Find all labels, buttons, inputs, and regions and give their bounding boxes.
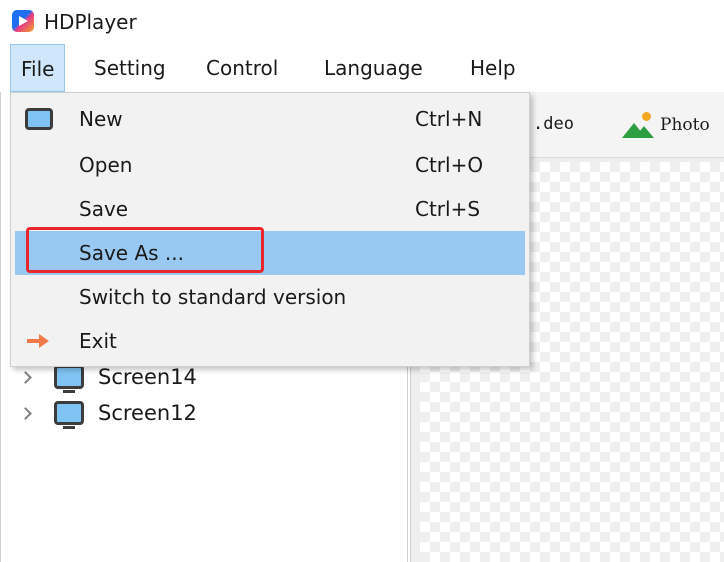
photo-tool-button[interactable]: Photo (622, 110, 710, 140)
photo-tool-label: Photo (660, 115, 710, 135)
menu-item-switch-standard[interactable]: Switch to standard version (15, 275, 525, 319)
menu-item-save[interactable]: Save Ctrl+S (15, 187, 525, 231)
monitor-icon (25, 108, 53, 130)
menu-item-label: Exit (79, 329, 117, 353)
menu-item-new[interactable]: New Ctrl+N (15, 97, 525, 141)
shortcut-label: Ctrl+O (415, 153, 484, 177)
chevron-right-icon[interactable] (20, 407, 32, 419)
menu-bar: File Setting Control Language Help (0, 44, 724, 92)
video-tool-button[interactable]: .deo (533, 114, 574, 134)
chevron-right-icon[interactable] (20, 371, 32, 383)
menu-item-open[interactable]: Open Ctrl+O (15, 143, 525, 187)
menu-item-label: Open (79, 153, 133, 177)
hdplayer-logo-icon (12, 10, 34, 32)
shortcut-label: Ctrl+S (415, 197, 481, 221)
shortcut-label: Ctrl+N (415, 107, 483, 131)
tree-item-screen12[interactable]: Screen12 (20, 396, 197, 430)
menu-file[interactable]: File (10, 44, 66, 92)
tree-item-label: Screen14 (98, 365, 197, 389)
menu-setting[interactable]: Setting (84, 44, 176, 92)
tree-item-label: Screen12 (98, 401, 197, 425)
menu-item-label: Switch to standard version (79, 285, 347, 309)
menu-language[interactable]: Language (314, 44, 433, 92)
highlight-annotation-box (26, 227, 264, 273)
menu-help[interactable]: Help (460, 44, 526, 92)
menu-item-exit[interactable]: Exit (15, 319, 525, 363)
menu-control[interactable]: Control (196, 44, 288, 92)
title-bar: HDPlayer (0, 0, 724, 44)
app-title: HDPlayer (44, 10, 137, 34)
monitor-icon (54, 365, 84, 393)
landscape-photo-icon (622, 112, 656, 138)
exit-arrow-icon (27, 332, 51, 350)
monitor-icon (54, 401, 84, 429)
menu-item-label: New (79, 107, 123, 131)
menu-item-label: Save (79, 197, 129, 221)
